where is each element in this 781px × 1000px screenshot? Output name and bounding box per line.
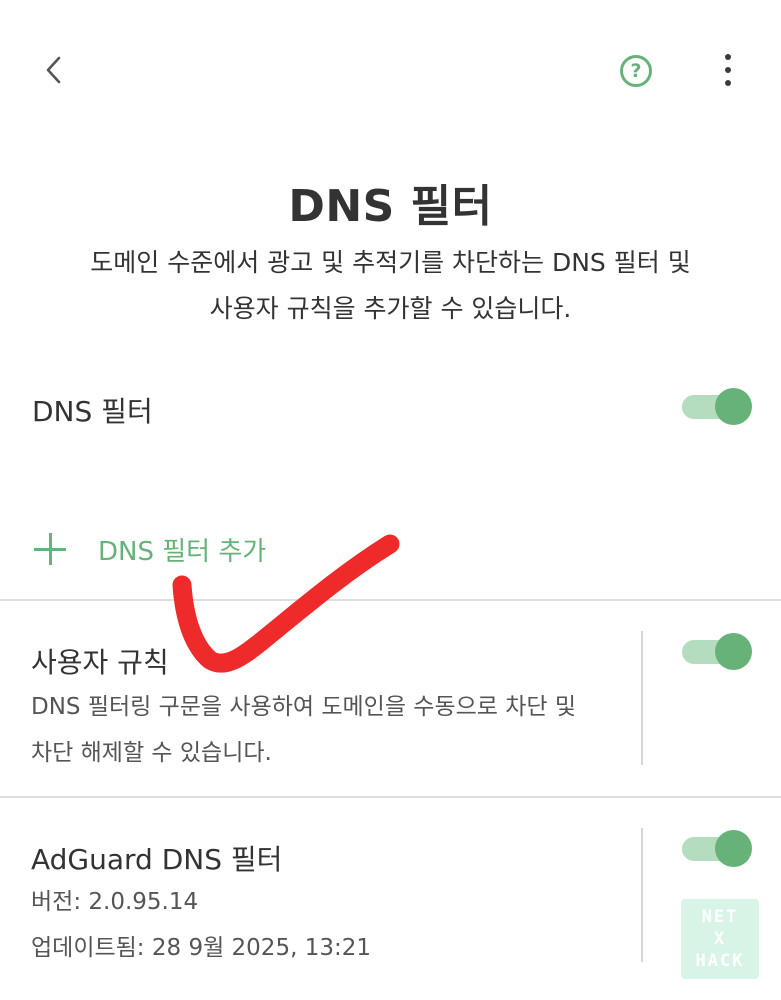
more-vertical-icon-dot [725,67,731,73]
toggle-thumb [715,830,752,867]
chevron-left-icon [46,56,61,84]
adguard-filter-version: 버전: 2.0.95.14 [31,889,199,915]
adguard-dns-filter-item[interactable]: AdGuard DNS 필터 버전: 2.0.95.14 업데이트됨: 28 9… [0,798,640,1000]
toggle-thumb [715,388,752,425]
user-rules-toggle[interactable] [682,632,752,672]
user-rules-desc-line1: DNS 필터링 구문을 사용하여 도메인을 수동으로 차단 및 [31,694,577,720]
help-button[interactable]: ? [610,45,662,97]
adguard-filter-toggle[interactable] [682,829,752,869]
user-rules-description: DNS 필터링 구문을 사용하여 도메인을 수동으로 차단 및 차단 해제할 수… [31,684,576,776]
dns-filter-toggle[interactable] [682,387,752,427]
page-subtitle-line2: 사용자 규칙을 추가할 수 있습니다. [209,294,572,323]
page-title: DNS 필터 [288,181,493,232]
dns-filter-label: DNS 필터 [32,395,153,428]
vertical-divider [641,828,643,962]
watermark-line3: HACK [695,951,745,971]
add-dns-filter-label: DNS 필터 추가 [98,536,267,567]
page-subtitle-line1: 도메인 수준에서 광고 및 추적기를 차단하는 DNS 필터 및 [90,248,691,277]
watermark-line1: NET [701,907,739,927]
user-rules-item[interactable]: 사용자 규칙 DNS 필터링 구문을 사용하여 도메인을 수동으로 차단 및 차… [0,601,640,795]
vertical-divider [641,631,643,765]
user-rules-title: 사용자 규칙 [31,646,169,679]
nethack-watermark-logo: NET X HACK [681,899,759,979]
adguard-filter-updated: 업데이트됨: 28 9월 2025, 13:21 [31,935,371,961]
watermark-line2: X [713,929,727,949]
plus-icon [30,529,70,569]
help-circle-icon: ? [620,55,652,87]
adguard-filter-title: AdGuard DNS 필터 [31,843,283,876]
help-glyph: ? [630,60,642,82]
user-rules-desc-line2: 차단 해제할 수 있습니다. [31,740,272,766]
more-vertical-icon-dot [725,80,731,86]
add-dns-filter-button[interactable]: DNS 필터 추가 [30,524,266,574]
adguard-filter-meta: 버전: 2.0.95.14 업데이트됨: 28 9월 2025, 13:21 [31,879,371,971]
more-vertical-icon [725,54,731,60]
page-subtitle: 도메인 수준에서 광고 및 추적기를 차단하는 DNS 필터 및 사용자 규칙을… [40,240,741,332]
more-options-button[interactable] [706,44,750,96]
back-button[interactable] [26,44,82,96]
toggle-thumb [715,633,752,670]
